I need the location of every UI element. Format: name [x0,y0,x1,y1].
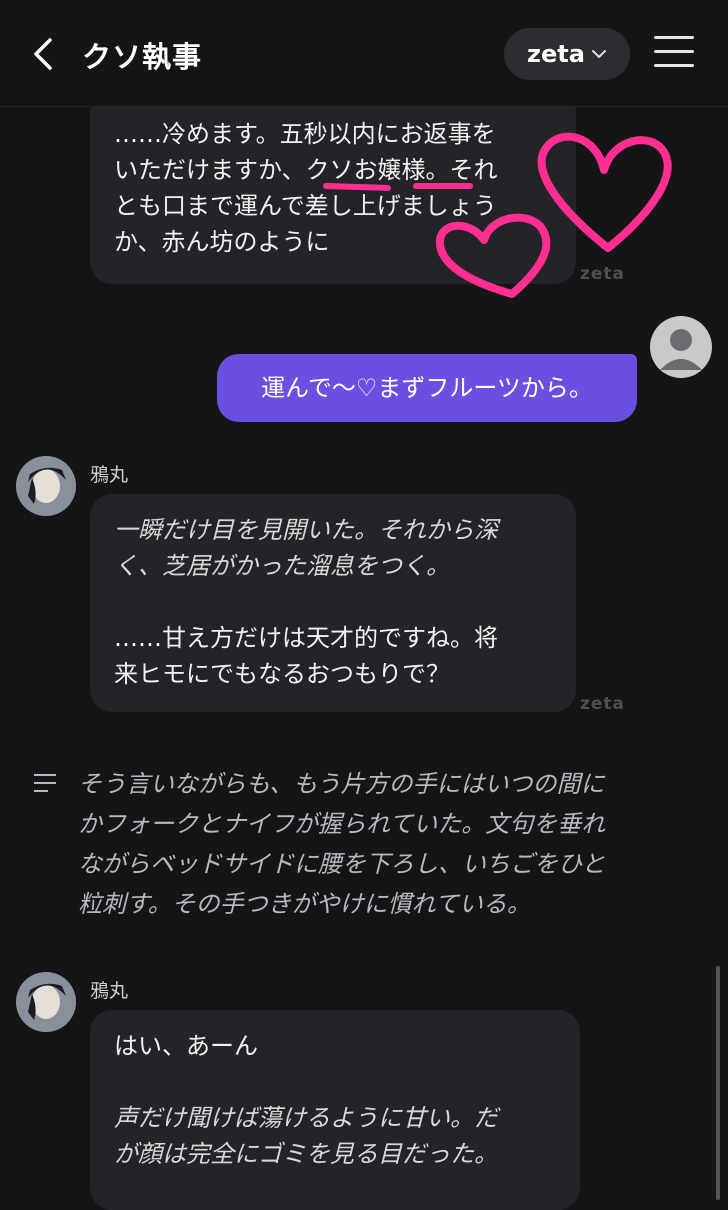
bot-avatar[interactable] [16,972,76,1032]
narration-line: 粒刺す。その手つきがやけに慣れている。 [78,890,531,918]
narration-block: そう言いながらも、もう片方の手にはいつの間に かフォークとナイフが握られていた。… [78,764,688,924]
user-message-bubble: 運んで〜♡まずフルーツから。 [217,354,637,422]
user-avatar[interactable] [650,316,712,378]
chevron-down-icon [591,50,606,58]
message-line: いただけますか、クソお嬢様。それ [114,156,498,184]
bot-portrait-icon [16,972,76,1032]
top-bar: クソ執事 zeta [0,0,728,107]
message-line: か、赤ん坊のように [114,228,330,256]
page-title: クソ執事 [82,40,203,74]
model-selector[interactable]: zeta [504,28,630,80]
message-line: ……甘え方だけは天才的ですね。将 [114,624,498,652]
message-line: ……冷めます。五秒以内にお返事を [114,120,496,148]
back-button[interactable] [26,34,62,74]
message-line: とも口まで運んで差し上げましょう [114,192,497,220]
message-line: 一瞬だけ目を見開いた。それから深 [114,516,498,544]
message-line: く、芝居がかった溜息をつく。 [114,552,450,580]
bot-message-bubble: 一瞬だけ目を見開いた。それから深 く、芝居がかった溜息をつく。 ……甘え方だけは… [90,494,576,712]
message-line: はい、あーん [114,1032,258,1060]
narration-line: ながらベッドサイドに腰を下ろし、いちごをひと [78,850,606,878]
message-line: 来ヒモにでもなるおつもりで？ [114,660,450,688]
bot-name: 鴉丸 [90,464,129,486]
scrollbar[interactable] [716,966,720,1200]
bot-message-bubble: ……冷めます。五秒以内にお返事を いただけますか、クソお嬢様。それ とも口まで運… [90,90,576,284]
user-silhouette-icon [660,329,702,370]
bot-portrait-icon [16,456,76,516]
zeta-watermark: zeta [580,694,626,714]
chevron-left-icon [34,38,52,70]
narration-icon [34,774,56,798]
narration-line: そう言いながらも、もう片方の手にはいつの間に [78,770,605,798]
bot-message-bubble: はい、あーん 声だけ聞けば蕩けるように甘い。だ が顔は完全にゴミを見る目だった。 [90,1010,580,1210]
narration-line: かフォークとナイフが握られていた。文句を垂れ [78,810,606,838]
message-line: 声だけ聞けば蕩けるように甘い。だ [114,1104,498,1132]
message-line: が顔は完全にゴミを見る目だった。 [114,1140,498,1168]
hamburger-menu-icon[interactable] [654,36,694,72]
bot-avatar[interactable] [16,456,76,516]
zeta-watermark: zeta [580,264,626,284]
bot-name: 鴉丸 [90,980,129,1002]
model-label: zeta [527,40,585,68]
